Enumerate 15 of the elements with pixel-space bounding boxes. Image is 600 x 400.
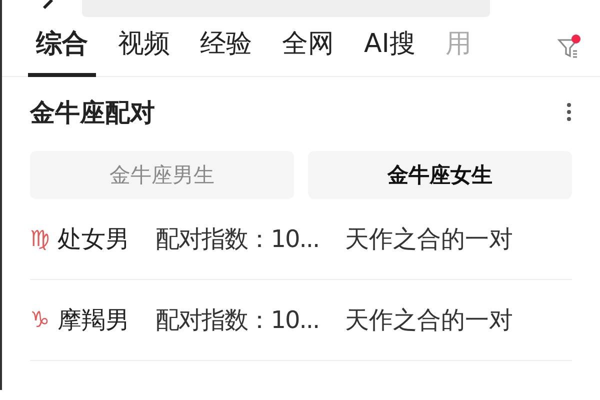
segment-tab[interactable]: 金牛座女生 bbox=[308, 151, 572, 199]
sign-name[interactable]: 摩羯男 bbox=[58, 304, 130, 336]
card-title: 金牛座配对 bbox=[30, 96, 155, 128]
tab[interactable]: AI搜 bbox=[356, 18, 424, 76]
match-verdict: 天作之合的一对 bbox=[345, 305, 514, 336]
tab[interactable]: 经验 bbox=[192, 18, 260, 76]
zodiac-icon: ♍ bbox=[30, 226, 50, 252]
match-score: 配对指数：10... bbox=[156, 305, 320, 336]
match-score: 配对指数：10... bbox=[156, 224, 320, 255]
sign-name[interactable]: 处女男 bbox=[58, 223, 130, 255]
tab[interactable]: 综合 bbox=[28, 18, 96, 76]
tab[interactable]: 全网 bbox=[274, 18, 342, 76]
zodiac-icon: ♑ bbox=[30, 308, 50, 332]
match-verdict: 天作之合的一对 bbox=[345, 224, 514, 255]
tab[interactable]: 视频 bbox=[110, 18, 178, 76]
